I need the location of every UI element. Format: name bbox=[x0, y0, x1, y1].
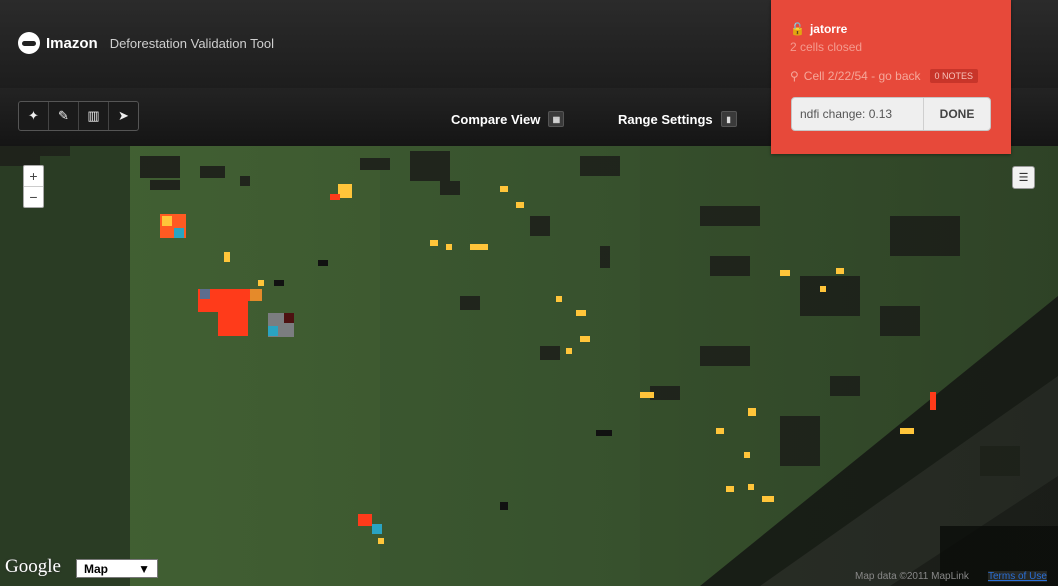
notes-badge[interactable]: 0 NOTES bbox=[929, 69, 979, 83]
brand-name: Imazon bbox=[46, 34, 98, 52]
drawing-tools: ✦ ✎ ▥ ➤ bbox=[18, 101, 139, 131]
cell-link-label: Cell 2/22/54 - go back bbox=[803, 69, 921, 83]
user-panel: 🔓 jatorre 2 cells closed ⚲ Cell 2/22/54 … bbox=[771, 0, 1011, 154]
magic-wand-icon: ✦ bbox=[28, 108, 39, 123]
zoom-in-button[interactable]: + bbox=[24, 166, 43, 187]
map-pin-icon: ⚲ bbox=[790, 69, 799, 83]
cells-closed-count: 2 cells closed bbox=[790, 40, 863, 54]
ndfi-change-label: ndfi change: 0.13 bbox=[792, 98, 924, 130]
trash-button[interactable]: ▥ bbox=[79, 102, 109, 130]
compare-view-button[interactable]: Compare View ▦ bbox=[451, 111, 565, 127]
bar-chart-icon: ▮ bbox=[720, 111, 737, 127]
lock-icon: 🔓 bbox=[790, 22, 805, 36]
range-settings-button[interactable]: Range Settings ▮ bbox=[618, 111, 737, 127]
cursor-button[interactable]: ➤ bbox=[109, 102, 138, 130]
pencil-button[interactable]: ✎ bbox=[49, 102, 79, 130]
app-title: Deforestation Validation Tool bbox=[109, 35, 274, 51]
map-attribution: Map data ©2011 MapLink bbox=[855, 571, 969, 582]
username: jatorre bbox=[809, 22, 848, 36]
satellite-imagery bbox=[0, 146, 1058, 586]
map-canvas[interactable]: + − ☰ Google Map ▼ Map data ©2011 MapLin… bbox=[0, 146, 1058, 586]
google-logo: Google bbox=[5, 556, 61, 577]
cell-back-link[interactable]: ⚲ Cell 2/22/54 - go back 0 NOTES bbox=[790, 69, 979, 83]
zoom-control: + − bbox=[23, 165, 44, 208]
imazon-logo-icon bbox=[18, 32, 40, 54]
trash-icon: ▥ bbox=[87, 108, 100, 123]
magic-wand-button[interactable]: ✦ bbox=[19, 102, 49, 130]
pencil-icon: ✎ bbox=[58, 108, 69, 123]
zoom-out-button[interactable]: − bbox=[24, 187, 43, 207]
map-type-value: Map bbox=[84, 561, 108, 576]
compare-view-label: Compare View bbox=[451, 111, 541, 127]
layers-button[interactable]: ☰ bbox=[1012, 166, 1035, 189]
ndfi-panel: ndfi change: 0.13 DONE bbox=[791, 97, 991, 131]
done-button[interactable]: DONE bbox=[924, 98, 990, 130]
layers-icon: ☰ bbox=[1018, 172, 1029, 184]
grid-icon: ▦ bbox=[548, 111, 565, 127]
terms-of-use-link[interactable]: Terms of Use bbox=[988, 571, 1047, 582]
imazon-logo[interactable]: Imazon Deforestation Validation Tool bbox=[18, 32, 274, 54]
cursor-icon: ➤ bbox=[118, 108, 129, 123]
range-settings-label: Range Settings bbox=[618, 111, 713, 127]
map-type-dropdown[interactable]: Map ▼ bbox=[76, 559, 158, 578]
dropdown-arrow-icon: ▼ bbox=[138, 561, 150, 576]
user-line: 🔓 jatorre bbox=[790, 22, 847, 36]
